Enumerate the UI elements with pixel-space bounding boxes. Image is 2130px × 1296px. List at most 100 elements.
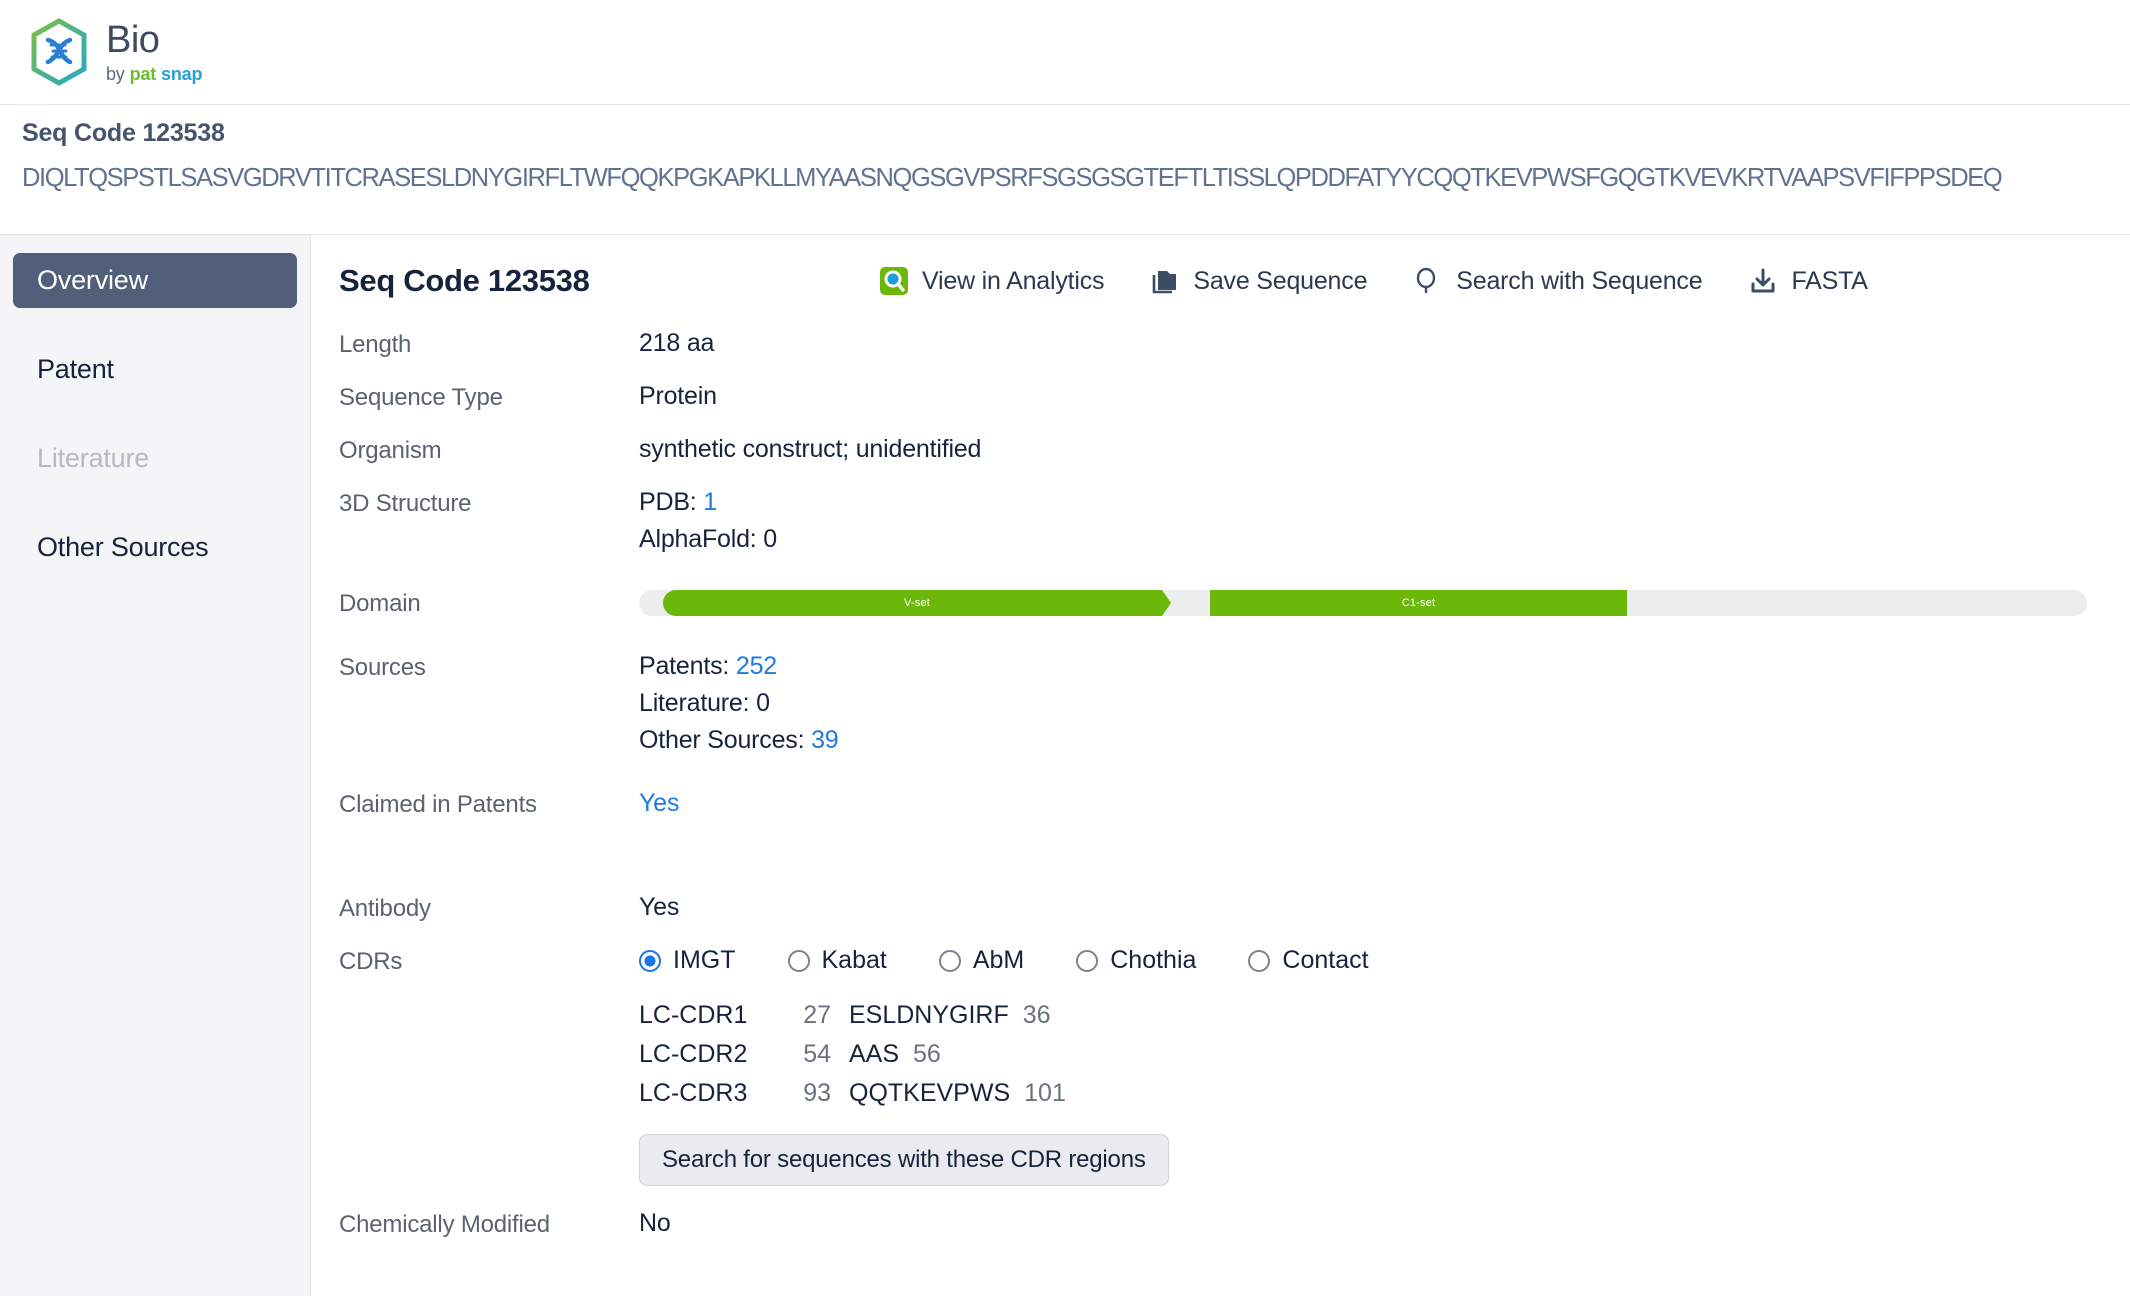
sources-other-count-link[interactable]: 39 [811, 726, 839, 754]
cdr-row-3: LC-CDR3 93 QQTKEVPWS 101 [639, 1079, 1369, 1108]
cdr-scheme-contact-label: Contact [1282, 946, 1369, 974]
page-title: Seq Code 123538 [339, 263, 590, 298]
radio-dot-kabat[interactable] [787, 949, 810, 972]
radio-dot-abm[interactable] [938, 949, 961, 972]
sources-other-line: Other Sources: 39 [639, 726, 839, 755]
folder-save-icon [1150, 266, 1180, 296]
cdr-row-2-end: 56 [913, 1040, 941, 1068]
cdr-scheme-abm[interactable]: AbM [938, 946, 1025, 975]
main-panel: Seq Code 123538 View in Analytics Save S… [311, 235, 2130, 1296]
sidebar-item-patent[interactable]: Patent [13, 342, 297, 397]
save-sequence-button[interactable]: Save Sequence [1150, 266, 1367, 296]
cdr-row-3-end: 101 [1024, 1079, 1066, 1107]
claimed-label: Claimed in Patents [339, 791, 537, 818]
chemically-modified-value: No [639, 1209, 671, 1237]
cdr-row-1-end: 36 [1022, 1001, 1051, 1029]
sequence-type-value: Protein [639, 382, 717, 410]
field-row-antibody: Antibody Yes [339, 893, 2130, 923]
field-row-organism: Organism synthetic construct; unidentifi… [339, 435, 2130, 465]
sidebar: Overview Patent Literature Other Sources [0, 235, 311, 1296]
length-label: Length [339, 331, 412, 358]
domain-segment-c1-set[interactable]: C1-set [1210, 590, 1627, 616]
sequence-header: Seq Code 123538 DIQLTQSPSTLSASVGDRVTITCR… [0, 105, 2130, 235]
cdr-scheme-imgt-label: IMGT [673, 946, 736, 974]
cdr-row-1-start: 27 [803, 1001, 831, 1029]
sources-patents-line: Patents: 252 [639, 652, 839, 681]
cdr-row-1-seq: ESLDNYGIRF [849, 1001, 1009, 1029]
cdr-row-2-start: 54 [803, 1040, 831, 1068]
brand-logo[interactable]: Bio by pat snap [28, 18, 202, 86]
radio-dot-imgt[interactable] [639, 949, 661, 972]
pdb-count-link[interactable]: 1 [703, 488, 717, 516]
brand-snap: snap [161, 64, 203, 84]
field-row-cdrs: CDRs IMGT Kabat AbM Chothia Contact LC-C… [339, 946, 2130, 1186]
fasta-download-button[interactable]: FASTA [1748, 266, 1868, 296]
antibody-label: Antibody [339, 895, 431, 922]
cdr-row-2-name: LC-CDR2 [639, 1040, 748, 1068]
search-cdr-regions-button[interactable]: Search for sequences with these CDR regi… [639, 1134, 1169, 1186]
save-sequence-label: Save Sequence [1193, 266, 1368, 295]
cdr-scheme-chothia[interactable]: Chothia [1076, 946, 1196, 975]
structure-values: PDB: 1 AlphaFold: 0 [639, 488, 777, 554]
domain-label: Domain [339, 590, 421, 617]
cdr-row-3-seq: QQTKEVPWS [849, 1079, 1011, 1107]
cdr-scheme-abm-label: AbM [972, 946, 1025, 974]
analytics-search-icon [879, 266, 909, 296]
sources-values: Patents: 252 Literature: 0 Other Sources… [639, 652, 839, 755]
sidebar-item-literature: Literature [37, 443, 150, 473]
brand-name: Bio [106, 19, 160, 61]
sequence-type-label: Sequence Type [339, 384, 503, 411]
sidebar-item-other-sources[interactable]: Other Sources [13, 520, 297, 575]
magnifier-icon [1413, 266, 1443, 296]
domain-track: V-set C1-set [639, 590, 2087, 616]
cdr-scheme-kabat-label: Kabat [821, 946, 887, 974]
claimed-value-link[interactable]: Yes [639, 789, 679, 818]
field-row-length: Length 218 aa [339, 329, 2130, 359]
sources-patents-count-link[interactable]: 252 [736, 652, 777, 680]
dna-hexagon-icon [28, 18, 90, 86]
download-icon [1748, 266, 1778, 296]
radio-dot-contact[interactable] [1248, 949, 1271, 972]
antibody-value: Yes [639, 893, 680, 921]
sequence-header-title: Seq Code 123538 [22, 119, 225, 147]
view-in-analytics-button[interactable]: View in Analytics [879, 266, 1105, 296]
action-toolbar: View in Analytics Save Sequence Search w… [879, 266, 1868, 296]
field-row-claimed-in-patents: Claimed in Patents Yes [339, 789, 2130, 819]
cdr-row-3-start: 93 [803, 1079, 831, 1107]
chemically-modified-label: Chemically Modified [339, 1211, 550, 1238]
sources-patents-text: Patents: [639, 652, 736, 680]
cdrs-content: IMGT Kabat AbM Chothia Contact LC-CDR1 2… [639, 946, 1369, 1186]
cdr-scheme-imgt[interactable]: IMGT [639, 946, 736, 975]
domain-segment-v-set-label: V-set [903, 597, 931, 609]
fasta-label: FASTA [1791, 266, 1868, 295]
view-in-analytics-label: View in Analytics [922, 266, 1105, 295]
domain-segment-v-set[interactable]: V-set [663, 590, 1171, 616]
radio-dot-chothia[interactable] [1076, 949, 1099, 972]
organism-label: Organism [339, 437, 442, 464]
domain-segment-c1-set-label: C1-set [1401, 597, 1436, 609]
pdb-text: PDB: [639, 488, 704, 516]
field-row-sources: Sources Patents: 252 Literature: 0 Other… [339, 652, 2130, 755]
brand-by-label: by [106, 64, 125, 84]
field-row-chemically-modified: Chemically Modified No [339, 1209, 2130, 1239]
sources-other-text: Other Sources: [639, 726, 812, 754]
field-row-domain: Domain V-set C1-set [339, 588, 2130, 618]
cdr-scheme-kabat[interactable]: Kabat [787, 946, 887, 975]
brand-pat: pat [129, 64, 157, 84]
search-with-sequence-button[interactable]: Search with Sequence [1413, 266, 1703, 296]
cdr-table: LC-CDR1 27 ESLDNYGIRF 36 LC-CDR2 54 AAS … [639, 1001, 1369, 1108]
cdr-scheme-contact[interactable]: Contact [1248, 946, 1369, 975]
cdrs-label: CDRs [339, 948, 403, 975]
cdr-scheme-radio-group: IMGT Kabat AbM Chothia Contact [639, 946, 1369, 975]
cdr-row-1-name: LC-CDR1 [639, 1001, 748, 1029]
cdr-row-1: LC-CDR1 27 ESLDNYGIRF 36 [639, 1001, 1369, 1030]
sidebar-item-overview[interactable]: Overview [13, 253, 297, 308]
length-value: 218 aa [639, 329, 715, 357]
